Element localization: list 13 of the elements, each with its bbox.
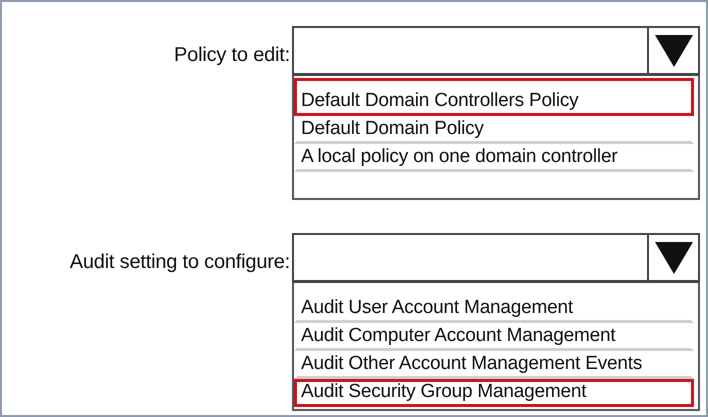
dropdown-field[interactable] [292,26,700,76]
dropdown-option[interactable]: Audit Security Group Management [294,379,694,407]
field-label: Audit setting to configure: [68,250,290,275]
field-label: Policy to edit: [173,43,290,68]
caret-icon [654,34,692,66]
dropdown-option[interactable]: Audit Other Account Management Events [294,351,694,379]
dropdown-field[interactable] [292,233,700,283]
dropdown-option[interactable]: Audit User Account Management [294,285,694,323]
caret-icon [654,242,692,274]
dropdown-option[interactable]: Audit Computer Account Management [294,323,694,351]
dropdown-option[interactable]: Default Domain Controllers Policy [294,78,694,116]
dropdown-option[interactable]: A local policy on one domain controller [294,144,694,172]
dropdown-option[interactable]: Default Domain Policy [294,116,694,144]
